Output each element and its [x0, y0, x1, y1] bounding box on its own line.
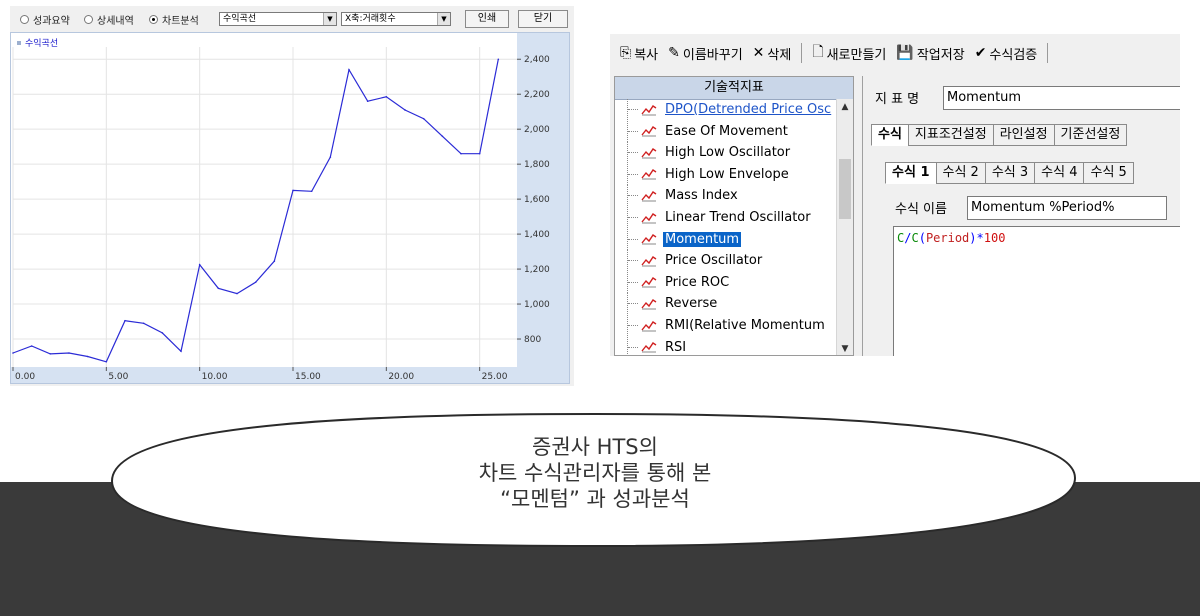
- caption-line-2: 차트 수식관리자를 통해 본: [478, 461, 712, 485]
- caption-bubble: [110, 412, 1077, 548]
- caption-line-1: 증권사 HTS의: [532, 435, 658, 459]
- caption-text: 증권사 HTS의 차트 수식관리자를 통해 본 “모멘텀” 과 성과분석: [400, 434, 790, 512]
- caption-line-3: “모멘텀” 과 성과분석: [500, 487, 690, 511]
